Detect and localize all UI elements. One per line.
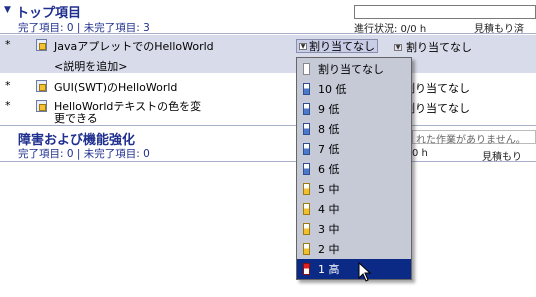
progress-text-bugs: 0 h [412,148,428,159]
priority-menu-item-label: 割り当てなし [318,63,384,76]
task-icon [36,80,47,92]
priority-menu-item-label: 7 低 [318,143,340,156]
priority-menu-item-label: 8 低 [318,123,340,136]
divider [0,125,536,126]
owner-dropdown-label[interactable]: 割り当てなし [404,100,470,116]
priority-low-icon [303,123,310,135]
mouse-cursor-icon [358,262,372,282]
empty-message: れた作業がありません。 [416,135,526,146]
priority-none-icon [303,63,310,75]
priority-menu-item-label: 10 低 [318,83,347,96]
priority-menu-item-label: 1 高 [318,263,340,276]
task-marker: * [5,99,11,112]
priority-menu-item[interactable]: 10 低 [297,79,411,99]
priority-menu-item-label: 3 中 [318,223,340,236]
priority-menu-item[interactable]: 2 中 [297,239,411,259]
owner-dropdown[interactable]: ▼ 割り当てなし [394,39,472,55]
priority-menu-item[interactable]: 割り当てなし [297,59,411,79]
task-marker: * [5,79,11,92]
task-title[interactable]: GUI(SWT)のHelloWorld [54,79,177,95]
task-title-line2[interactable]: 更できる [54,110,98,126]
priority-dropdown[interactable]: ▼ 割り当てなし [296,39,378,53]
section-counts-bugs: 完了項目: 0 | 未完了項目: 0 [18,148,150,160]
task-icon [36,39,47,51]
priority-low-icon [303,143,310,155]
task-marker: * [5,38,11,51]
search-input[interactable] [354,5,536,19]
priority-dropdown-label: 割り当てなし [309,40,375,53]
priority-menu-item-label: 9 低 [318,103,340,116]
dropdown-arrow-icon: ▼ [299,42,307,50]
priority-mid-icon [303,203,310,215]
priority-mid-icon [303,183,310,195]
priority-low-icon [303,83,310,95]
priority-menu-item[interactable]: 9 低 [297,99,411,119]
add-description-link[interactable]: <説明を追加> [54,58,127,74]
priority-menu-item-label: 2 中 [318,243,340,256]
priority-menu-item[interactable]: 8 低 [297,119,411,139]
priority-low-icon [303,163,310,175]
priority-menu-item[interactable]: 5 中 [297,179,411,199]
priority-mid-icon [303,223,310,235]
section-title-top: トップ項目 [16,6,82,21]
divider [0,161,536,162]
priority-menu-item[interactable]: 6 低 [297,159,411,179]
divider [0,33,536,34]
priority-high-icon [303,263,310,275]
priority-menu-item-label: 6 低 [318,163,340,176]
priority-mid-icon [303,243,310,255]
priority-low-icon [303,103,310,115]
owner-dropdown-label: 割り当てなし [406,41,472,54]
task-icon [36,100,47,112]
task-title[interactable]: JavaアプレットでのHelloWorld [54,38,214,54]
collapse-triangle-icon[interactable]: ▼ [4,5,11,15]
priority-menu-item-label: 5 中 [318,183,340,196]
priority-menu-item[interactable]: 3 中 [297,219,411,239]
priority-menu-item[interactable]: 4 中 [297,199,411,219]
dropdown-arrow-icon: ▼ [394,43,402,51]
owner-dropdown-label[interactable]: 割り当てなし [404,80,470,96]
priority-menu-item[interactable]: 7 低 [297,139,411,159]
priority-menu-item-label: 4 中 [318,203,340,216]
priority-menu[interactable]: 割り当てなし 10 低 9 低 8 低 7 低 6 低 5 中 4 中 3 中 2 中 1 高 [296,57,412,280]
priority-menu-item[interactable]: 1 高 [297,259,411,279]
